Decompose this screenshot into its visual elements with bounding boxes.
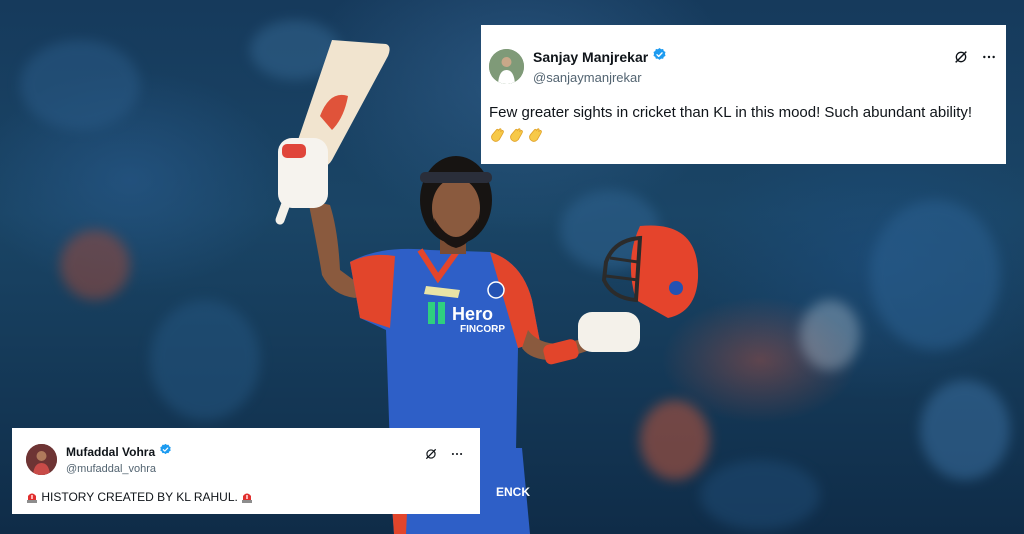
tweet-actions (953, 49, 997, 69)
clapping-hands-icon (527, 127, 544, 144)
trouser-sponsor-text: ENCK (496, 485, 530, 499)
name-row: Mufaddal Vohra (66, 443, 172, 461)
jersey: Hero FINCORP (350, 248, 540, 450)
author-name[interactable]: Sanjay Manjrekar (533, 49, 648, 65)
more-icon[interactable] (981, 49, 997, 69)
verified-badge-icon (652, 47, 667, 67)
crowd-blur (60, 230, 130, 300)
name-row: Sanjay Manjrekar (533, 47, 667, 67)
author-name[interactable]: Mufaddal Vohra (66, 445, 155, 459)
clapping-hands-icon (489, 127, 506, 144)
wristband (543, 339, 579, 365)
clapping-hands-icon (508, 127, 525, 144)
more-icon[interactable] (450, 447, 464, 465)
crowd-blur (920, 380, 1010, 480)
sponsor-text-fincorp: FINCORP (460, 324, 505, 335)
tweet-card-bottom[interactable]: Mufaddal Vohra @mufaddal_vohra HISTORY C… (12, 428, 480, 514)
sponsor-text-hero: Hero (452, 304, 493, 324)
crowd-blur (20, 40, 140, 130)
crowd-blur (150, 300, 260, 420)
tweet-actions (424, 447, 464, 465)
author-block: Sanjay Manjrekar @sanjaymanjrekar (533, 47, 667, 85)
grok-icon[interactable] (424, 447, 438, 465)
crowd-blur (870, 200, 1000, 350)
author-handle[interactable]: @mufaddal_vohra (66, 463, 172, 475)
helmet (601, 225, 699, 318)
tweet-card-top[interactable]: Sanjay Manjrekar @sanjaymanjrekar Few gr… (481, 25, 1006, 164)
avatar[interactable] (489, 48, 524, 84)
avatar[interactable] (26, 443, 57, 475)
tweet-text-row: HISTORY CREATED BY KL RAHUL. (26, 490, 470, 504)
batting-glove-raised (278, 138, 328, 208)
tweet-header: Mufaddal Vohra @mufaddal_vohra (26, 443, 470, 475)
emoji-row (489, 127, 997, 144)
author-handle[interactable]: @sanjaymanjrekar (533, 70, 667, 85)
tweet-header: Sanjay Manjrekar @sanjaymanjrekar (489, 47, 997, 85)
grok-icon[interactable] (953, 49, 969, 69)
tweet-text: Few greater sights in cricket than KL in… (489, 104, 973, 121)
crowd-blur (800, 300, 860, 370)
batting-glove-lower (578, 312, 640, 352)
verified-badge-icon (159, 443, 172, 461)
author-block: Mufaddal Vohra @mufaddal_vohra (66, 443, 172, 475)
tweet-text: HISTORY CREATED BY KL RAHUL. (41, 490, 238, 504)
player-head (420, 156, 492, 254)
police-light-icon (241, 490, 253, 503)
police-light-icon (26, 490, 38, 503)
